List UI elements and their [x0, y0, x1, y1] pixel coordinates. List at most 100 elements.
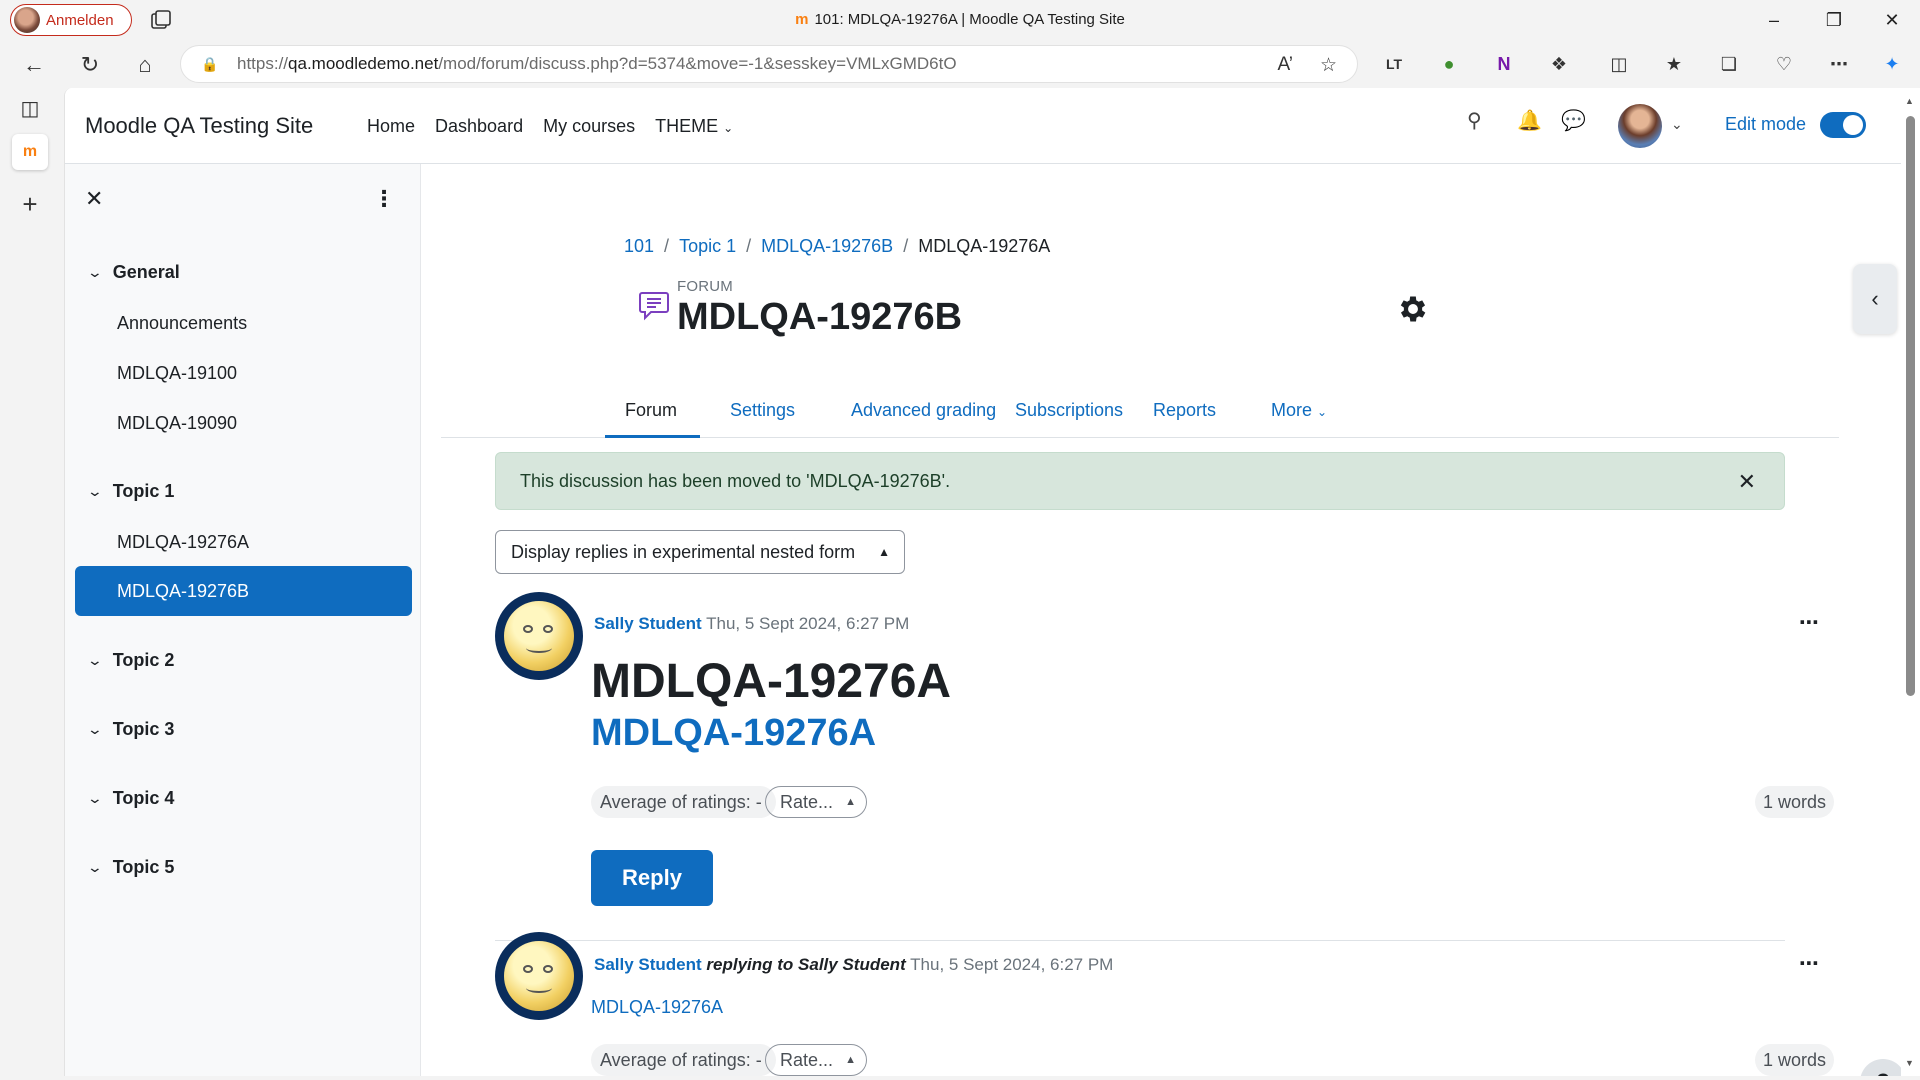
index-item-mdlqa-19276b-active[interactable]: MDLQA-19276B [75, 566, 412, 616]
post-actions-menu-icon[interactable]: ⋯ [1799, 610, 1820, 635]
section-topic-5[interactable]: ⌄ Topic 5 [86, 857, 175, 878]
tab-forum[interactable]: Forum [625, 400, 677, 421]
breadcrumb-course[interactable]: 101 [624, 236, 654, 257]
tab-actions-icon[interactable]: ◫ [12, 90, 48, 126]
moodle-tab-icon[interactable]: m [12, 134, 48, 170]
edit-mode-label: Edit mode [1725, 114, 1807, 134]
close-window-button[interactable]: ✕ [1864, 0, 1920, 40]
open-block-drawer-button[interactable]: ‹ [1853, 264, 1897, 334]
rate-select[interactable]: Rate... ▲ [765, 1044, 867, 1076]
help-button[interactable]: ? [1860, 1059, 1906, 1076]
secondary-navigation: Forum Settings Advanced grading Subscrip… [441, 384, 1839, 438]
section-topic-3[interactable]: ⌄ Topic 3 [87, 719, 175, 740]
close-drawer-icon[interactable]: ✕ [85, 186, 103, 212]
page-title: MDLQA-19276B [677, 296, 963, 338]
split-screen-icon[interactable]: ◫ [1605, 50, 1633, 78]
restore-button[interactable]: ❐ [1806, 0, 1862, 40]
onenote-icon[interactable]: N [1490, 50, 1518, 78]
extension-shield-icon[interactable]: ● [1435, 50, 1463, 78]
breadcrumb-separator: / [746, 236, 752, 256]
browser-essentials-icon[interactable]: ♡ [1770, 50, 1798, 78]
course-index-menu-icon[interactable]: ⋮ [373, 186, 395, 212]
rate-select-value: Rate... [780, 792, 834, 812]
user-menu-chevron-icon[interactable]: ⌄ [1671, 116, 1683, 133]
breadcrumb: 101 / Topic 1 / MDLQA-19276B / MDLQA-192… [624, 236, 1050, 257]
post-author-name[interactable]: Sally Student [594, 955, 702, 974]
tab-more-label: More [1271, 400, 1313, 420]
post-subject: MDLQA-19276A [591, 655, 952, 708]
chevron-down-icon: ⌄ [86, 790, 104, 806]
user-avatar[interactable] [1618, 104, 1662, 148]
nav-my-courses[interactable]: My courses [543, 116, 635, 137]
index-item-mdlqa-19100[interactable]: MDLQA-19100 [117, 363, 237, 384]
post-author-avatar[interactable] [495, 932, 583, 1020]
favorites-icon[interactable]: ★ [1660, 50, 1688, 78]
section-topic-1[interactable]: ⌄ Topic 1 [87, 481, 175, 502]
new-tab-icon[interactable]: + [12, 186, 48, 222]
nav-home[interactable]: Home [367, 116, 415, 137]
collections-icon[interactable]: ❏ [1715, 50, 1743, 78]
post-date: Thu, 5 Sept 2024, 6:27 PM [706, 614, 910, 633]
vertical-tab-strip: ◫ m + [0, 88, 62, 1080]
scroll-down-icon[interactable]: ▼ [1905, 1058, 1914, 1068]
page-scrollbar[interactable]: ▲ ▼ [1901, 88, 1920, 1076]
url-text: https://qa.moodledemo.net/mod/forum/disc… [237, 54, 957, 73]
extension-lt-icon[interactable]: LT [1380, 50, 1408, 78]
gear-icon[interactable] [1396, 292, 1430, 326]
window-title-text: 101: MDLQA-19276A | Moodle QA Testing Si… [814, 11, 1125, 28]
extensions-puzzle-icon[interactable]: ❖ [1545, 50, 1573, 78]
tab-more[interactable]: More ⌄ [1271, 400, 1327, 421]
tab-subscriptions[interactable]: Subscriptions [1015, 400, 1123, 421]
settings-more-icon[interactable]: ⋯ [1825, 50, 1853, 78]
select-arrows-icon: ▲ [845, 1054, 856, 1066]
url-field[interactable]: 🔒 https://qa.moodledemo.net/mod/forum/di… [180, 45, 1358, 83]
nav-dashboard[interactable]: Dashboard [435, 116, 523, 137]
nav-theme[interactable]: THEME ⌄ [655, 116, 733, 137]
post-author-line: Sally Student Thu, 5 Sept 2024, 6:27 PM [594, 614, 909, 634]
reply-button[interactable]: Reply [591, 850, 713, 906]
post-actions-menu-icon[interactable]: ⋯ [1799, 951, 1820, 976]
alert-close-icon[interactable]: ✕ [1738, 469, 1756, 495]
read-aloud-icon[interactable]: A’ [1278, 54, 1293, 76]
word-count-badge: 1 words [1755, 786, 1835, 818]
display-mode-select[interactable]: Display replies in experimental nested f… [495, 530, 905, 574]
site-brand[interactable]: Moodle QA Testing Site [85, 113, 313, 139]
rate-select[interactable]: Rate... ▲ [765, 786, 867, 818]
scroll-up-icon[interactable]: ▲ [1905, 96, 1914, 106]
breadcrumb-forum[interactable]: MDLQA-19276B [761, 236, 893, 257]
display-mode-value: Display replies in experimental nested f… [511, 542, 856, 562]
lock-icon: 🔒 [201, 56, 219, 72]
select-arrows-icon: ▲ [845, 796, 856, 808]
chevron-down-icon: ⌄ [86, 859, 104, 875]
post-content-link[interactable]: MDLQA-19276A [591, 997, 723, 1018]
index-item-announcements[interactable]: Announcements [117, 313, 247, 334]
post-divider [495, 940, 1785, 941]
home-icon[interactable]: ⌂ [130, 50, 160, 80]
tab-reports[interactable]: Reports [1153, 400, 1216, 421]
index-item-mdlqa-19276a[interactable]: MDLQA-19276A [117, 532, 249, 553]
minimize-button[interactable]: – [1746, 0, 1802, 40]
index-item-mdlqa-19090[interactable]: MDLQA-19090 [117, 413, 237, 434]
post-author-avatar[interactable] [495, 592, 583, 680]
favorite-star-icon[interactable]: ☆ [1320, 54, 1337, 77]
messages-icon[interactable]: 💬 [1561, 108, 1586, 133]
search-icon[interactable]: ⚲ [1467, 108, 1482, 133]
chevron-down-icon: ⌄ [723, 121, 734, 135]
edit-mode-toggle[interactable] [1820, 112, 1866, 138]
breadcrumb-separator: / [664, 236, 670, 256]
breadcrumb-topic[interactable]: Topic 1 [679, 236, 736, 257]
section-general[interactable]: ⌄ General [87, 262, 180, 283]
back-icon[interactable]: ← [19, 50, 49, 80]
section-topic-4[interactable]: ⌄ Topic 4 [86, 788, 175, 809]
notifications-bell-icon[interactable]: 🔔 [1517, 108, 1542, 133]
post-content-link[interactable]: MDLQA-19276A [591, 712, 876, 755]
refresh-icon[interactable]: ↻ [75, 50, 105, 80]
tab-advanced-grading[interactable]: Advanced grading [851, 400, 996, 421]
browser-titlebar: Anmelden m 101: MDLQA-19276A | Moodle QA … [0, 0, 1920, 40]
copilot-icon[interactable]: ✦ [1878, 50, 1906, 78]
section-topic-2[interactable]: ⌄ Topic 2 [87, 650, 175, 671]
post-replying-to: replying to Sally Student [706, 955, 906, 974]
tab-settings[interactable]: Settings [730, 400, 795, 421]
post-author-name[interactable]: Sally Student [594, 614, 702, 633]
scroll-thumb[interactable] [1906, 116, 1915, 696]
